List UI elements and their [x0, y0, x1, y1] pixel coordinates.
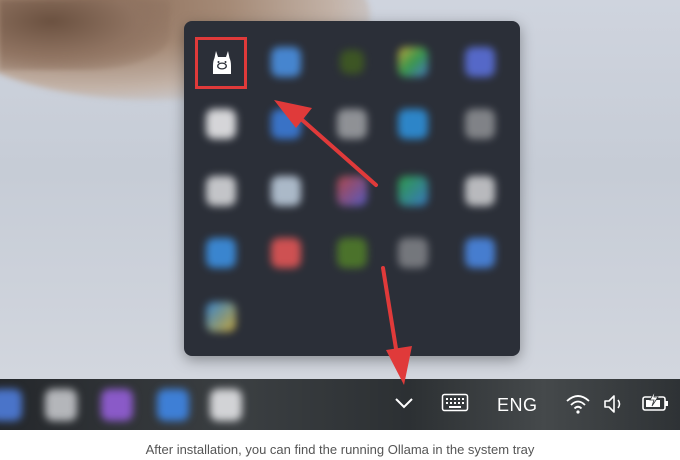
annotation-arrows — [274, 100, 412, 385]
